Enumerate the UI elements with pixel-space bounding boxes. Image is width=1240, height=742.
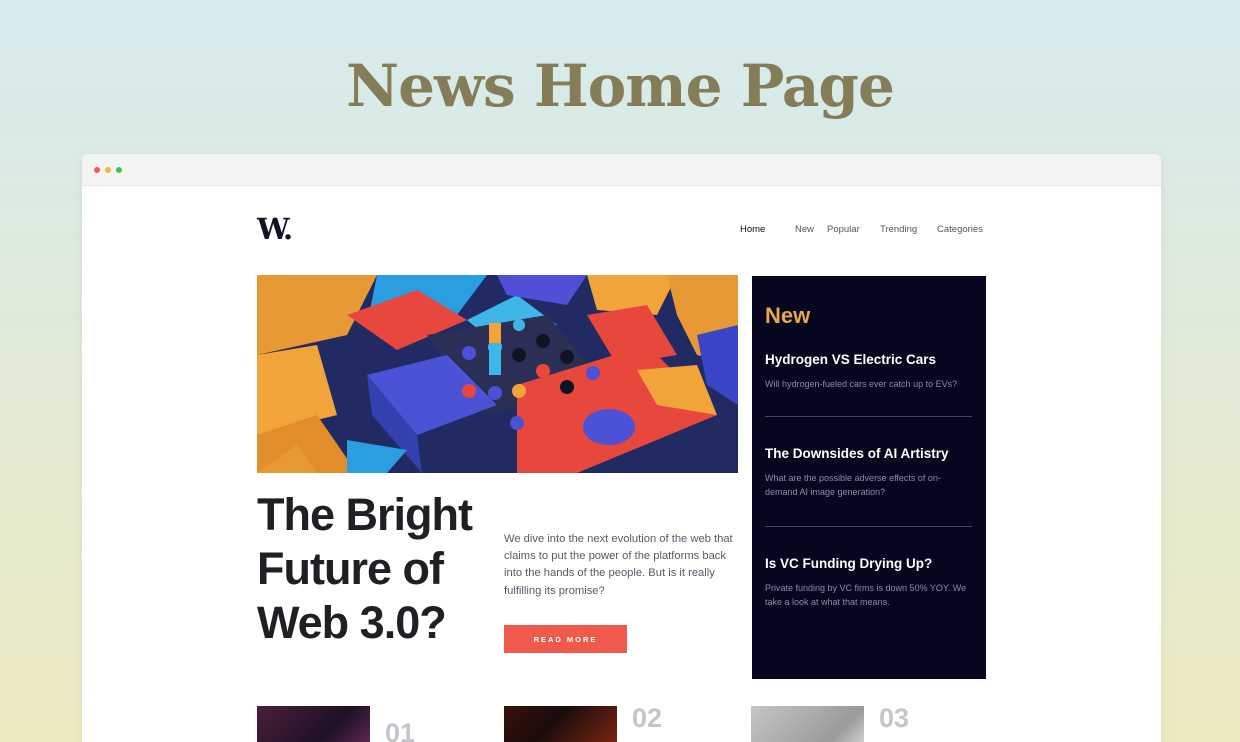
read-more-button[interactable]: READ MORE (504, 625, 627, 653)
article-thumbnail[interactable] (751, 706, 864, 742)
new-article-summary: Will hydrogen-fueled cars ever catch up … (765, 379, 958, 389)
browser-window: W. Home New Popular Trending Categories (82, 154, 1161, 742)
browser-titlebar (82, 154, 1161, 186)
site-logo[interactable]: W. (257, 212, 293, 246)
nav-item-popular[interactable]: Popular (827, 224, 880, 235)
main-nav: Home New Popular Trending Categories (740, 224, 983, 235)
new-article-item[interactable]: The Downsides of AI Artistry What are th… (765, 445, 972, 499)
nav-item-categories[interactable]: Categories (937, 224, 983, 235)
hero-title[interactable]: The Bright Future of Web 3.0? (257, 488, 502, 650)
article-thumbnail[interactable] (504, 706, 617, 742)
ranked-article-card[interactable]: 01 (257, 706, 507, 742)
new-article-summary: What are the possible adverse effects of… (765, 473, 941, 497)
nav-item-home[interactable]: Home (740, 224, 795, 235)
new-article-title[interactable]: Hydrogen VS Electric Cars (765, 351, 972, 369)
showcase-title: News Home Page (346, 52, 895, 120)
window-minimize-dot[interactable] (105, 167, 111, 173)
divider (765, 526, 972, 527)
nav-item-new[interactable]: New (795, 224, 827, 235)
rank-number: 03 (879, 703, 910, 733)
new-article-item[interactable]: Hydrogen VS Electric Cars Will hydrogen-… (765, 351, 972, 391)
nav-item-trending[interactable]: Trending (880, 224, 937, 235)
hero-image[interactable] (257, 275, 738, 473)
new-article-title[interactable]: The Downsides of AI Artistry (765, 445, 972, 463)
new-article-title[interactable]: Is VC Funding Drying Up? (765, 555, 972, 573)
ranked-article-card[interactable]: 02 (504, 703, 754, 742)
hero-description: We dive into the next evolution of the w… (504, 533, 733, 597)
new-articles-panel: New Hydrogen VS Electric Cars Will hydro… (752, 276, 986, 679)
divider (765, 416, 972, 417)
rank-number: 01 (385, 718, 416, 742)
ranked-article-card[interactable]: 03 (751, 703, 1001, 742)
hero-illustration (257, 275, 738, 473)
window-maximize-dot[interactable] (116, 167, 122, 173)
rank-number: 02 (632, 703, 663, 733)
new-article-summary: Private funding by VC firms is down 50% … (765, 583, 967, 607)
new-article-item[interactable]: Is VC Funding Drying Up? Private funding… (765, 555, 972, 609)
new-panel-heading: New (765, 303, 811, 328)
article-thumbnail[interactable] (257, 706, 370, 742)
window-close-dot[interactable] (94, 167, 100, 173)
